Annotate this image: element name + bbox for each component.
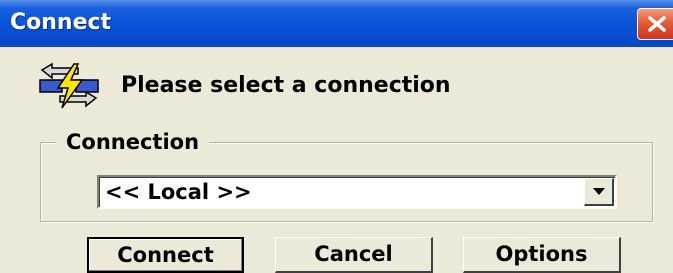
options-button[interactable]: Options	[463, 237, 621, 273]
connection-select-value: << Local >>	[105, 180, 252, 204]
title-bar[interactable]: Connect	[0, 0, 673, 47]
close-button[interactable]	[637, 8, 673, 40]
connection-dropdown-button[interactable]	[584, 178, 614, 206]
connect-button[interactable]: Connect	[87, 237, 244, 273]
connection-bolt-icon	[39, 62, 99, 109]
close-icon	[648, 16, 666, 32]
connection-select[interactable]: << Local >>	[97, 175, 617, 209]
prompt-text: Please select a connection	[121, 73, 451, 98]
chevron-down-icon	[593, 188, 605, 195]
window-title: Connect	[10, 10, 112, 35]
cancel-button[interactable]: Cancel	[275, 237, 433, 273]
connection-group-label: Connection	[56, 128, 210, 156]
